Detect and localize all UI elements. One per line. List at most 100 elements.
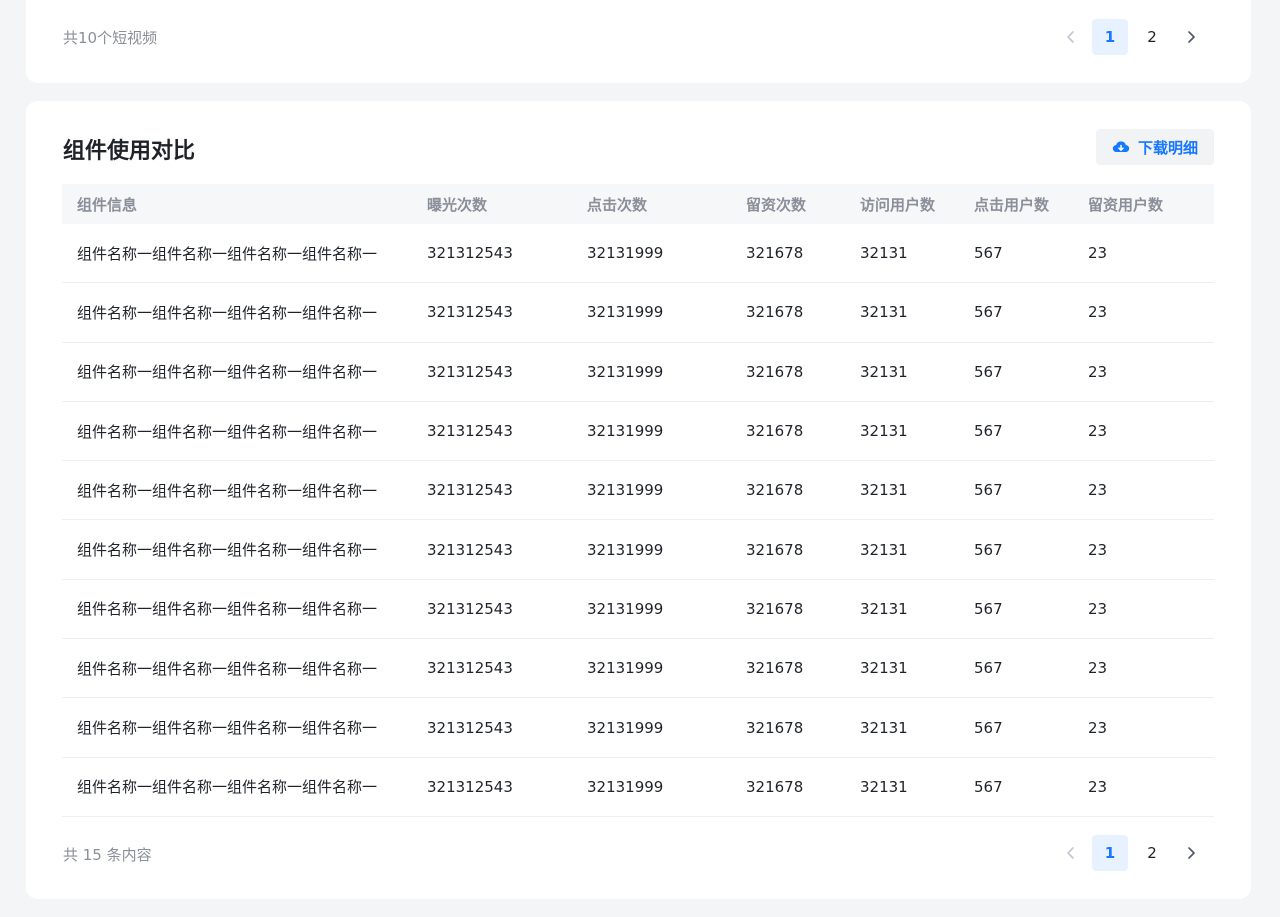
cell-leads: 321678 bbox=[746, 422, 804, 441]
header-lead-users: 留资用户数 bbox=[1088, 195, 1164, 214]
cell-lead-users: 23 bbox=[1088, 481, 1108, 500]
cell-impressions: 321312543 bbox=[427, 659, 513, 678]
cell-click-users: 567 bbox=[974, 718, 1003, 737]
cell-clicks: 32131999 bbox=[587, 244, 664, 263]
next-page-button[interactable] bbox=[1173, 19, 1209, 55]
table-body: 组件名称一组件名称一组件名称一组件名称一 321312543 32131999 321… bbox=[62, 224, 1214, 817]
cell-leads: 321678 bbox=[746, 599, 804, 618]
page-1-button[interactable]: 1 bbox=[1092, 835, 1128, 871]
cell-lead-users: 23 bbox=[1088, 659, 1108, 678]
cell-impressions: 321312543 bbox=[427, 422, 513, 441]
cell-clicks: 32131999 bbox=[587, 599, 664, 618]
cell-clicks: 32131999 bbox=[587, 422, 664, 441]
table-pagination: 1 2 bbox=[1053, 835, 1209, 871]
cell-click-users: 567 bbox=[974, 777, 1003, 796]
table-header: 组件信息 曝光次数 点击次数 留资次数 访问用户数 点击用户数 留资用户数 bbox=[62, 184, 1214, 224]
cell-click-users: 567 bbox=[974, 244, 1003, 263]
page-1-button[interactable]: 1 bbox=[1092, 19, 1128, 55]
cell-visit-users: 32131 bbox=[860, 481, 908, 500]
cell-component-name: 组件名称一组件名称一组件名称一组件名称一 bbox=[77, 481, 378, 500]
table-row: 组件名称一组件名称一组件名称一组件名称一 321312543 32131999 321… bbox=[62, 283, 1214, 343]
download-detail-button[interactable]: 下载明细 bbox=[1096, 129, 1214, 165]
header-impressions: 曝光次数 bbox=[427, 195, 488, 214]
cell-impressions: 321312543 bbox=[427, 362, 513, 381]
cell-clicks: 32131999 bbox=[587, 303, 664, 322]
page-2-button[interactable]: 2 bbox=[1134, 835, 1170, 871]
cell-component-name: 组件名称一组件名称一组件名称一组件名称一 bbox=[77, 719, 378, 738]
cell-clicks: 32131999 bbox=[587, 540, 664, 559]
cell-lead-users: 23 bbox=[1088, 244, 1108, 263]
table-row: 组件名称一组件名称一组件名称一组件名称一 321312543 32131999 321… bbox=[62, 758, 1214, 817]
short-video-card: 共10个短视频 1 2 bbox=[26, 0, 1251, 83]
cell-lead-users: 23 bbox=[1088, 718, 1108, 737]
video-total-count: 共10个短视频 bbox=[63, 29, 158, 47]
cell-visit-users: 32131 bbox=[860, 540, 908, 559]
cell-leads: 321678 bbox=[746, 244, 804, 263]
table-row: 组件名称一组件名称一组件名称一组件名称一 321312543 32131999 321… bbox=[62, 698, 1214, 758]
cell-impressions: 321312543 bbox=[427, 303, 513, 322]
chevron-right-icon bbox=[1188, 847, 1195, 859]
cell-leads: 321678 bbox=[746, 303, 804, 322]
cell-click-users: 567 bbox=[974, 422, 1003, 441]
cell-component-name: 组件名称一组件名称一组件名称一组件名称一 bbox=[77, 541, 378, 560]
cell-visit-users: 32131 bbox=[860, 303, 908, 322]
video-pagination: 1 2 bbox=[1053, 19, 1209, 55]
cell-component-name: 组件名称一组件名称一组件名称一组件名称一 bbox=[77, 363, 378, 382]
chevron-left-icon bbox=[1067, 847, 1074, 859]
prev-page-button[interactable] bbox=[1053, 835, 1089, 871]
content-total-count: 共 15 条内容 bbox=[63, 846, 152, 864]
component-table: 组件信息 曝光次数 点击次数 留资次数 访问用户数 点击用户数 留资用户数 组件… bbox=[62, 184, 1214, 817]
cell-click-users: 567 bbox=[974, 303, 1003, 322]
prev-page-button[interactable] bbox=[1053, 19, 1089, 55]
cell-visit-users: 32131 bbox=[860, 244, 908, 263]
component-comparison-card: 组件使用对比 下载明细 组件信息 曝光次数 点击次数 留资次数 访问用户数 点击… bbox=[26, 101, 1251, 899]
cell-lead-users: 23 bbox=[1088, 540, 1108, 559]
cell-click-users: 567 bbox=[974, 659, 1003, 678]
header-component-info: 组件信息 bbox=[77, 195, 138, 214]
header-leads: 留资次数 bbox=[746, 195, 807, 214]
cell-clicks: 32131999 bbox=[587, 718, 664, 737]
cell-component-name: 组件名称一组件名称一组件名称一组件名称一 bbox=[77, 600, 378, 619]
cell-lead-users: 23 bbox=[1088, 303, 1108, 322]
cell-visit-users: 32131 bbox=[860, 659, 908, 678]
cloud-download-icon bbox=[1112, 141, 1130, 153]
cell-visit-users: 32131 bbox=[860, 362, 908, 381]
cell-component-name: 组件名称一组件名称一组件名称一组件名称一 bbox=[77, 303, 378, 322]
cell-impressions: 321312543 bbox=[427, 244, 513, 263]
cell-component-name: 组件名称一组件名称一组件名称一组件名称一 bbox=[77, 659, 378, 678]
cell-clicks: 32131999 bbox=[587, 481, 664, 500]
cell-leads: 321678 bbox=[746, 718, 804, 737]
cell-impressions: 321312543 bbox=[427, 599, 513, 618]
section-title: 组件使用对比 bbox=[63, 139, 196, 164]
next-page-button[interactable] bbox=[1173, 835, 1209, 871]
cell-visit-users: 32131 bbox=[860, 777, 908, 796]
cell-leads: 321678 bbox=[746, 362, 804, 381]
cell-impressions: 321312543 bbox=[427, 777, 513, 796]
header-clicks: 点击次数 bbox=[587, 195, 648, 214]
table-row: 组件名称一组件名称一组件名称一组件名称一 321312543 32131999 321… bbox=[62, 461, 1214, 521]
table-row: 组件名称一组件名称一组件名称一组件名称一 321312543 32131999 321… bbox=[62, 402, 1214, 462]
chevron-right-icon bbox=[1188, 31, 1195, 43]
cell-leads: 321678 bbox=[746, 659, 804, 678]
cell-click-users: 567 bbox=[974, 481, 1003, 500]
cell-lead-users: 23 bbox=[1088, 422, 1108, 441]
chevron-left-icon bbox=[1067, 31, 1074, 43]
cell-lead-users: 23 bbox=[1088, 777, 1108, 796]
header-click-users: 点击用户数 bbox=[974, 195, 1050, 214]
cell-visit-users: 32131 bbox=[860, 718, 908, 737]
table-row: 组件名称一组件名称一组件名称一组件名称一 321312543 32131999 321… bbox=[62, 343, 1214, 402]
cell-click-users: 567 bbox=[974, 362, 1003, 381]
page-2-button[interactable]: 2 bbox=[1134, 19, 1170, 55]
cell-leads: 321678 bbox=[746, 540, 804, 559]
cell-click-users: 567 bbox=[974, 599, 1003, 618]
download-button-label: 下载明细 bbox=[1137, 138, 1198, 157]
cell-clicks: 32131999 bbox=[587, 659, 664, 678]
cell-lead-users: 23 bbox=[1088, 362, 1108, 381]
cell-click-users: 567 bbox=[974, 540, 1003, 559]
cell-visit-users: 32131 bbox=[860, 599, 908, 618]
cell-impressions: 321312543 bbox=[427, 481, 513, 500]
cell-clicks: 32131999 bbox=[587, 777, 664, 796]
cell-lead-users: 23 bbox=[1088, 599, 1108, 618]
cell-clicks: 32131999 bbox=[587, 362, 664, 381]
table-row: 组件名称一组件名称一组件名称一组件名称一 321312543 32131999 321… bbox=[62, 520, 1214, 580]
